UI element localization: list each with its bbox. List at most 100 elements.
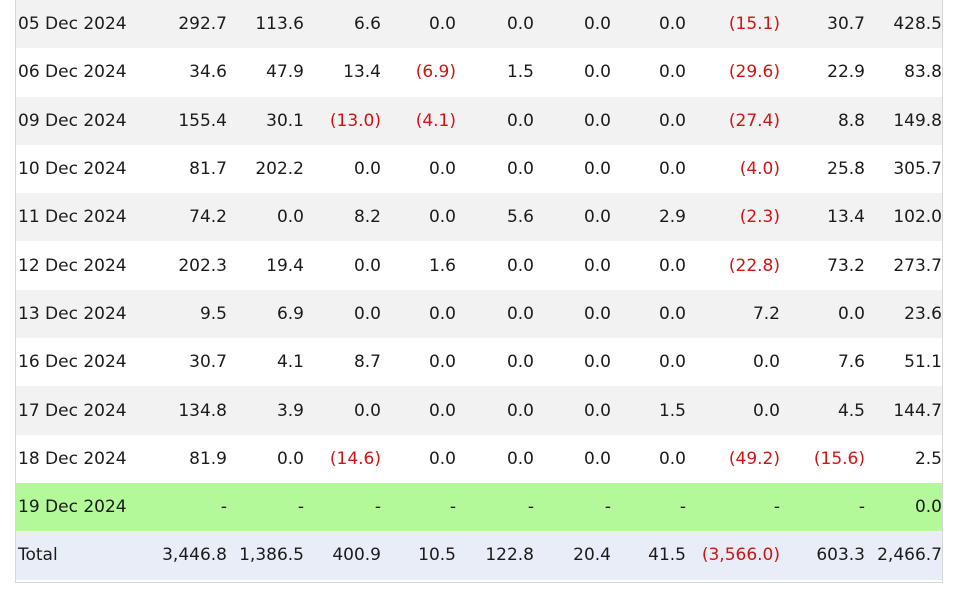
row-date: 16 Dec 2024: [16, 338, 149, 387]
table-row: 09 Dec 2024 155.4 30.1 (13.0) (4.1) 0.0 0.0 0.0…: [16, 96, 942, 145]
cell-value: 0.0: [865, 482, 942, 532]
cell-value: (15.6): [780, 434, 865, 483]
cell-value: 4.1: [227, 338, 304, 387]
row-date: 13 Dec 2024: [16, 289, 149, 339]
cell-value: 1.6: [381, 241, 456, 290]
cell-value: 273.7: [865, 241, 942, 290]
total-value: 20.4: [534, 531, 611, 580]
total-value: 41.5: [611, 531, 686, 580]
cell-value: 30.7: [149, 338, 227, 387]
cell-value: 0.0: [456, 289, 534, 339]
cell-value: (22.8): [686, 241, 780, 290]
cell-value: 0.0: [534, 96, 611, 145]
cell-value: 0.0: [381, 144, 456, 194]
cell-value: -: [227, 482, 304, 532]
cell-value: 102.0: [865, 193, 942, 242]
row-date: 11 Dec 2024: [16, 193, 149, 242]
cell-value: -: [534, 482, 611, 532]
row-date: 18 Dec 2024: [16, 434, 149, 483]
cell-value: 13.4: [780, 193, 865, 242]
cell-value: 0.0: [456, 338, 534, 387]
table-row: 12 Dec 2024 202.3 19.4 0.0 1.6 0.0 0.0 0.0 (22.8…: [16, 241, 942, 290]
row-date: 12 Dec 2024: [16, 241, 149, 290]
cell-value: 0.0: [534, 193, 611, 242]
cell-value: 0.0: [381, 0, 456, 49]
cell-value: 30.1: [227, 96, 304, 145]
cell-value: 1.5: [611, 386, 686, 435]
cell-value: 0.0: [456, 0, 534, 49]
cell-value: 22.9: [780, 48, 865, 97]
cell-value: (49.2): [686, 434, 780, 483]
cell-value: 292.7: [149, 0, 227, 49]
cell-value: 13.4: [304, 48, 381, 97]
cell-value: 428.5: [865, 0, 942, 49]
cell-value: 0.0: [534, 338, 611, 387]
total-value: 603.3: [780, 531, 865, 580]
cell-value: 0.0: [611, 338, 686, 387]
cell-value: 74.2: [149, 193, 227, 242]
cell-value: 19.4: [227, 241, 304, 290]
cell-value: 8.7: [304, 338, 381, 387]
row-date: 09 Dec 2024: [16, 96, 149, 145]
cell-value: 8.2: [304, 193, 381, 242]
cell-value: 25.8: [780, 144, 865, 194]
cell-value: 0.0: [456, 96, 534, 145]
cell-value: 113.6: [227, 0, 304, 49]
cell-value: 202.3: [149, 241, 227, 290]
cell-value: 0.0: [381, 386, 456, 435]
cell-value: 0.0: [611, 0, 686, 49]
total-row: Total 3,446.8 1,386.5 400.9 10.5 122.8 20.4 41.…: [16, 531, 942, 580]
cell-value: -: [149, 482, 227, 532]
total-value: 1,386.5: [227, 531, 304, 580]
row-date: 19 Dec 2024: [16, 482, 149, 532]
cell-value: 0.0: [227, 193, 304, 242]
table-row: 13 Dec 2024 9.5 6.9 0.0 0.0 0.0 0.0 0.0 7.2 0.0 23…: [16, 289, 942, 339]
cell-value: 144.7: [865, 386, 942, 435]
cell-value: 2.9: [611, 193, 686, 242]
table-row: 11 Dec 2024 74.2 0.0 8.2 0.0 5.6 0.0 2.9 (2.3) 13…: [16, 193, 942, 242]
cell-value: 0.0: [304, 386, 381, 435]
cell-value: 0.0: [381, 434, 456, 483]
cell-value: 0.0: [456, 386, 534, 435]
cell-value: 0.0: [686, 386, 780, 435]
cell-value: 0.0: [534, 241, 611, 290]
cell-value: 3.9: [227, 386, 304, 435]
table-body: 05 Dec 2024 292.7 113.6 6.6 0.0 0.0 0.0 0.0 (15.…: [16, 0, 942, 580]
cell-value: 4.5: [780, 386, 865, 435]
cell-value: 0.0: [611, 289, 686, 339]
cell-value: 6.9: [227, 289, 304, 339]
cell-value: 202.2: [227, 144, 304, 194]
cell-value: 0.0: [780, 289, 865, 339]
cell-value: 5.6: [456, 193, 534, 242]
table-row: 16 Dec 2024 30.7 4.1 8.7 0.0 0.0 0.0 0.0 0.0 7.6 5…: [16, 338, 942, 387]
cell-value: 134.8: [149, 386, 227, 435]
table-row: 17 Dec 2024 134.8 3.9 0.0 0.0 0.0 0.0 1.5 0.0 4.5…: [16, 386, 942, 435]
cell-value: 0.0: [534, 289, 611, 339]
cell-value: 34.6: [149, 48, 227, 97]
total-value: 400.9: [304, 531, 381, 580]
cell-value: -: [381, 482, 456, 532]
cell-value: -: [611, 482, 686, 532]
table-row-highlighted: 19 Dec 2024- - - - - - - - -0.0: [16, 482, 942, 532]
cell-value: 0.0: [611, 434, 686, 483]
table-row: 10 Dec 2024 81.7 202.2 0.0 0.0 0.0 0.0 0.0 (4.0)…: [16, 144, 942, 194]
cell-value: 51.1: [865, 338, 942, 387]
table-row: 05 Dec 2024 292.7 113.6 6.6 0.0 0.0 0.0 0.0 (15.…: [16, 0, 942, 49]
cell-value: 0.0: [611, 144, 686, 194]
cell-value: 8.8: [780, 96, 865, 145]
cell-value: 0.0: [304, 289, 381, 339]
cell-value: 81.7: [149, 144, 227, 194]
cell-value: 0.0: [304, 144, 381, 194]
cell-value: 0.0: [456, 144, 534, 194]
total-value: 122.8: [456, 531, 534, 580]
cell-value: (6.9): [381, 48, 456, 97]
cell-value: -: [686, 482, 780, 532]
flows-table: 05 Dec 2024 292.7 113.6 6.6 0.0 0.0 0.0 0.0 (15.…: [16, 0, 942, 580]
cell-value: 0.0: [611, 96, 686, 145]
total-value: (3,566.0): [686, 531, 780, 580]
cell-value: -: [456, 482, 534, 532]
cell-value: 0.0: [227, 434, 304, 483]
total-value: 3,446.8: [149, 531, 227, 580]
cell-value: 0.0: [534, 386, 611, 435]
cell-value: -: [304, 482, 381, 532]
